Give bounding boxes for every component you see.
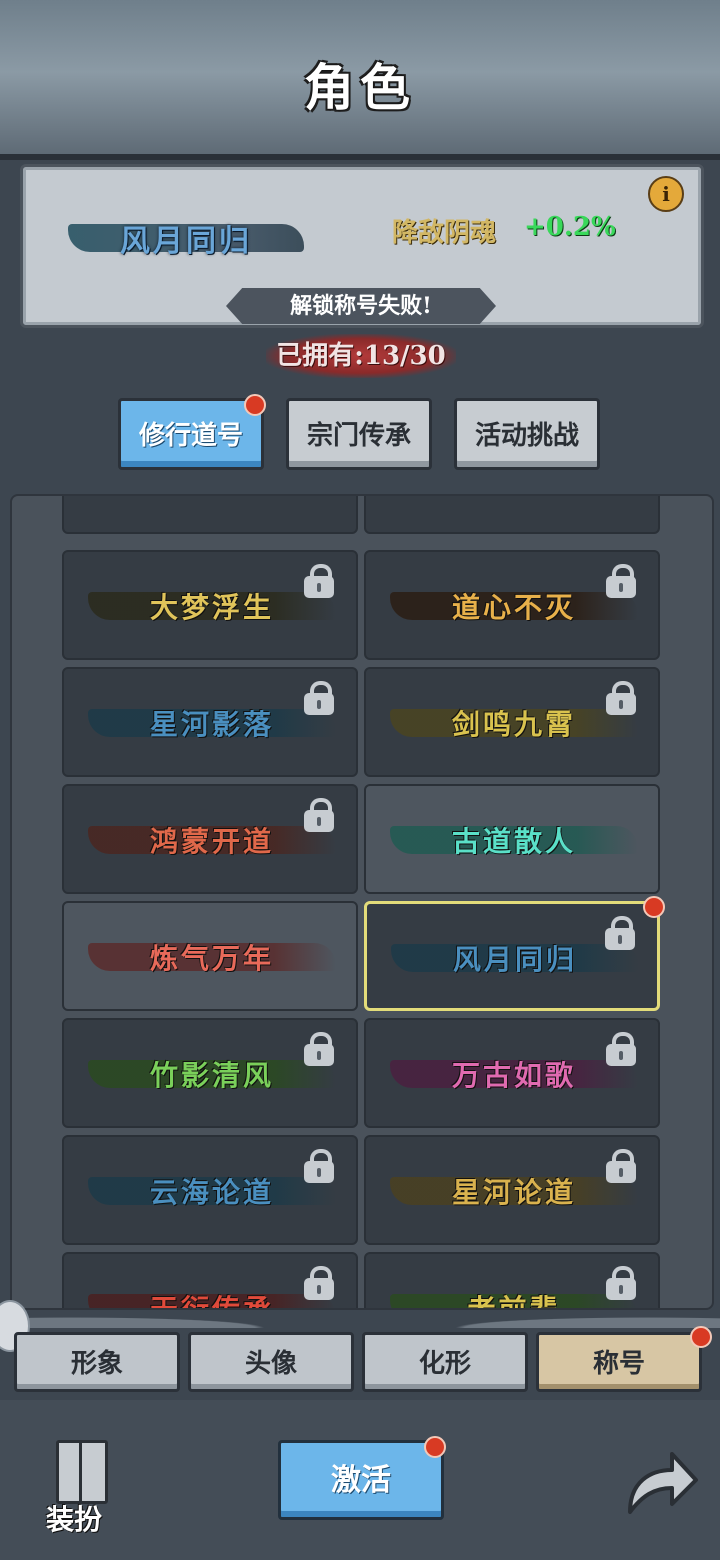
- title-banner: 古道散人: [390, 818, 638, 862]
- tab-label: 活动挑战: [474, 421, 579, 451]
- title-name: 云海论道: [149, 1176, 274, 1209]
- title-name: 星河论道: [451, 1176, 576, 1209]
- title-banner: 星河影落: [88, 701, 336, 745]
- title-name: 鸿蒙开道: [149, 825, 274, 858]
- title-name: 天衍传承: [149, 1293, 274, 1310]
- tab-xiuxing-daohao[interactable]: 修行道号: [118, 398, 264, 470]
- tab-label: 形象: [70, 1349, 123, 1379]
- title-banner: 风月同归: [391, 936, 639, 980]
- back-arrow-icon[interactable]: [620, 1442, 700, 1522]
- title-name: 古道散人: [451, 825, 576, 858]
- lock-icon: [304, 681, 334, 715]
- wardrobe-icon[interactable]: [56, 1440, 108, 1504]
- title-name: 炼气万年: [149, 942, 274, 975]
- title-name: 竹影清风: [149, 1059, 274, 1092]
- tab-huodong-tiaozhan[interactable]: 活动挑战: [454, 398, 600, 470]
- lock-icon: [304, 564, 334, 598]
- title-cell[interactable]: 星河论道: [364, 1135, 660, 1245]
- tab-label: 修行道号: [138, 421, 243, 451]
- title-name: 星河影落: [149, 708, 274, 741]
- lock-icon: [304, 798, 334, 832]
- tab-zongmen-chuancheng[interactable]: 宗门传承: [286, 398, 432, 470]
- bonus-label: 降敌阴魂: [392, 218, 497, 248]
- title-name: 大梦浮生: [149, 591, 274, 624]
- tab-label: 宗门传承: [306, 421, 411, 451]
- title-banner: 道心不灭: [390, 584, 638, 628]
- info-icon[interactable]: i: [648, 176, 684, 212]
- title-cell[interactable]: 剑鸣九霄: [364, 667, 660, 777]
- title-banner: 大梦浮生: [88, 584, 336, 628]
- title-banner: 竹影清风: [88, 1052, 336, 1096]
- title-cell[interactable]: [62, 496, 358, 534]
- lock-icon: [606, 1149, 636, 1183]
- title-cell[interactable]: 云海论道: [62, 1135, 358, 1245]
- title-name: 万古如歌: [451, 1059, 576, 1092]
- bottom-tab-bar: 形象 头像 化形 称号: [0, 1306, 720, 1392]
- title-banner: 鸿蒙开道: [88, 818, 336, 862]
- wardrobe-label[interactable]: 装扮: [46, 1498, 102, 1538]
- title-name: 风月同归: [452, 943, 577, 976]
- tab-label: 头像: [244, 1349, 297, 1379]
- notification-badge: [244, 394, 266, 416]
- title-cell[interactable]: 风月同归: [364, 896, 665, 1011]
- title-cell[interactable]: 道心不灭: [364, 550, 660, 660]
- tab-label: 化形: [418, 1349, 471, 1379]
- title-cell[interactable]: 竹影清风: [62, 1018, 358, 1128]
- tab-xingxiang[interactable]: 形象: [14, 1332, 180, 1392]
- status-message: 解锁称号失败!: [226, 288, 496, 324]
- activate-button[interactable]: 激活: [278, 1440, 444, 1520]
- equipped-title-banner: 风月同归: [68, 216, 304, 260]
- page-title: 角色: [304, 58, 416, 117]
- title-cell[interactable]: 万古如歌: [364, 1018, 660, 1128]
- lock-icon: [606, 681, 636, 715]
- notification-badge: [643, 896, 665, 918]
- title-name: 老前辈: [467, 1293, 561, 1310]
- tab-touxiang[interactable]: 头像: [188, 1332, 354, 1392]
- title-cell[interactable]: 大梦浮生: [62, 550, 358, 660]
- owned-count: 已拥有:13/30: [266, 334, 456, 378]
- title-cell[interactable]: 炼气万年: [62, 901, 358, 1011]
- title-banner: 云海论道: [88, 1169, 336, 1213]
- tab-huaxing[interactable]: 化形: [362, 1332, 528, 1392]
- title-name: 道心不灭: [451, 591, 576, 624]
- title-name: 剑鸣九霄: [451, 708, 576, 741]
- title-banner: 剑鸣九霄: [390, 701, 638, 745]
- tab-chenghao[interactable]: 称号: [536, 1332, 702, 1392]
- lock-icon: [605, 916, 635, 950]
- lock-icon: [606, 564, 636, 598]
- lock-icon: [304, 1032, 334, 1066]
- bonus-value: +0.2%: [524, 212, 616, 242]
- title-cell[interactable]: 星河影落: [62, 667, 358, 777]
- title-grid[interactable]: 大梦浮生 道心不灭星河影落 剑鸣九霄鸿蒙开道 古道散人炼气万年 风月同归竹影清风 万古如歌…: [10, 494, 714, 1310]
- title-banner: 万古如歌: [390, 1052, 638, 1096]
- title-cell[interactable]: [364, 496, 660, 534]
- equipped-title-label: 风月同归: [120, 224, 252, 259]
- title-cell[interactable]: 古道散人: [364, 784, 660, 894]
- notification-badge: [424, 1436, 446, 1458]
- title-banner: 星河论道: [390, 1169, 638, 1213]
- notification-badge: [690, 1326, 712, 1348]
- tab-label: 称号: [592, 1349, 645, 1379]
- title-banner: 炼气万年: [88, 935, 336, 979]
- lock-icon: [304, 1149, 334, 1183]
- lock-icon: [606, 1032, 636, 1066]
- title-cell[interactable]: 鸿蒙开道: [62, 784, 358, 894]
